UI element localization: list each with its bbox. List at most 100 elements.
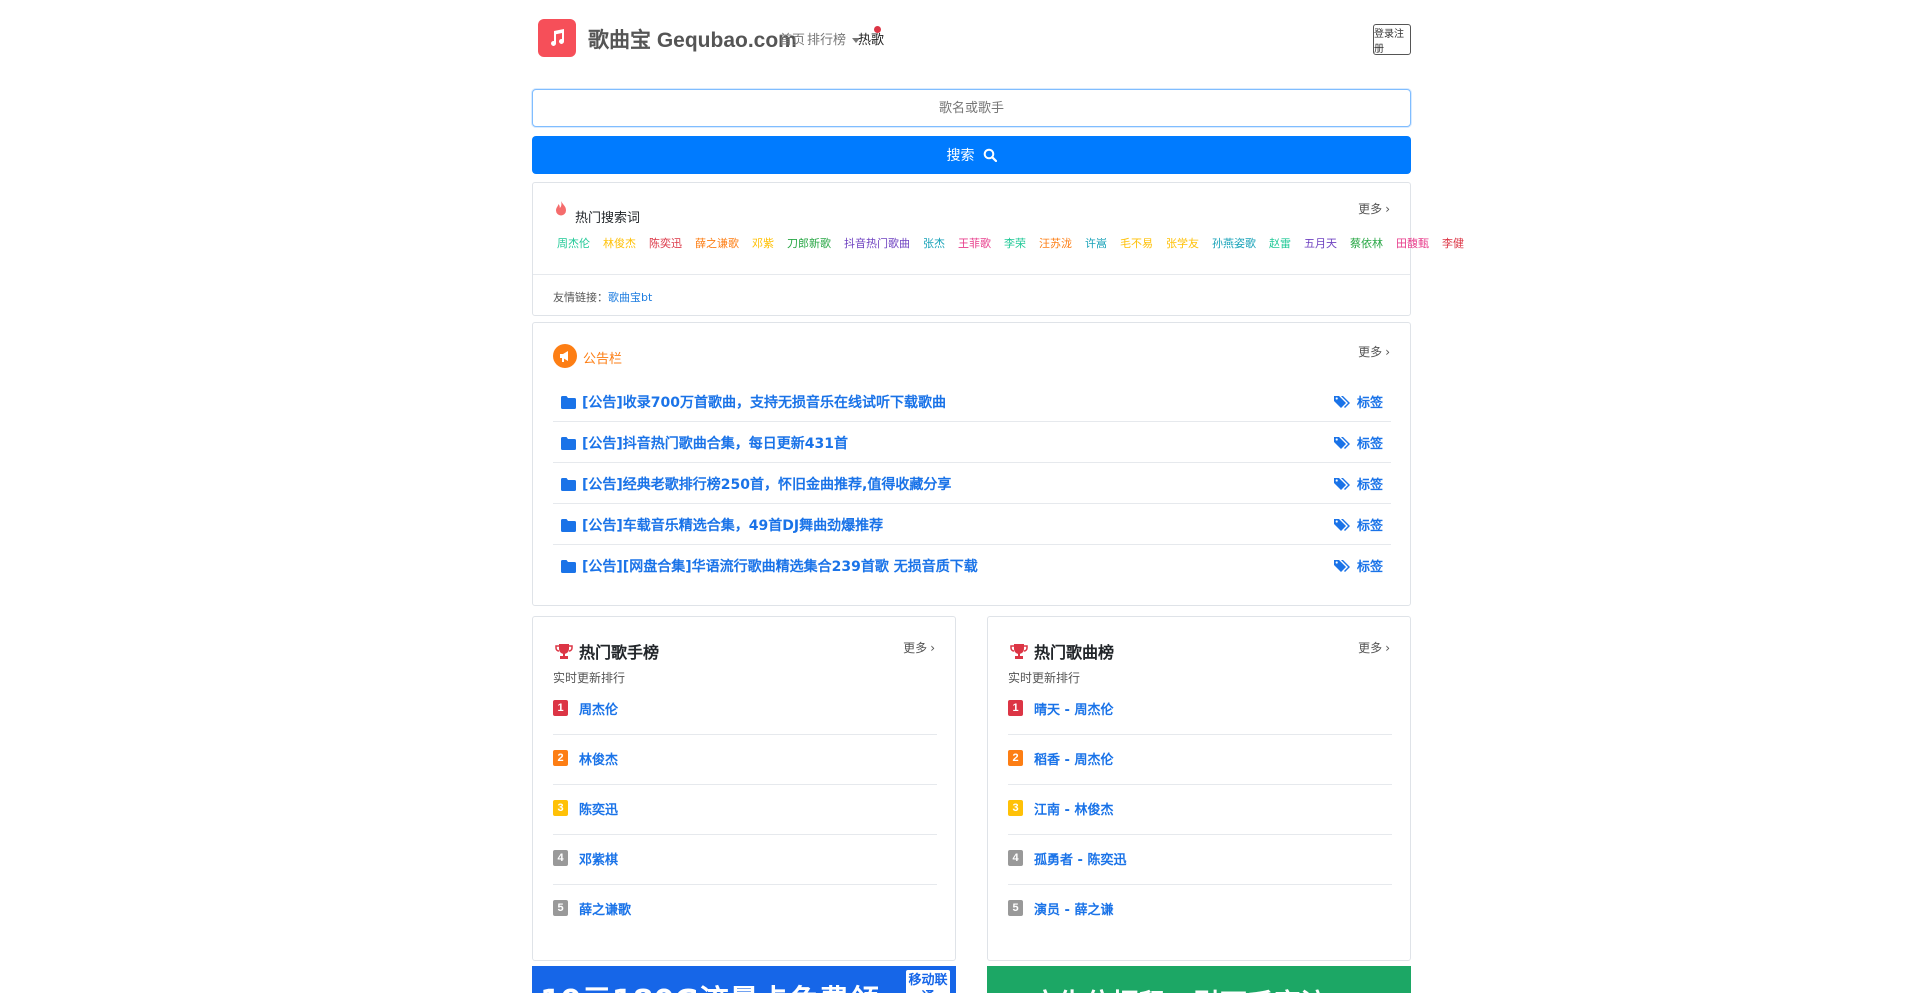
song-rank-title: 热门歌曲榜 <box>1034 643 1115 662</box>
rank-row[interactable]: 5 演员 - 薛之谦 <box>1008 885 1392 935</box>
rank-row[interactable]: 3 江南 - 林俊杰 <box>1008 785 1392 835</box>
rank-name[interactable]: 江南 - 林俊杰 <box>1034 799 1113 818</box>
rank-row[interactable]: 1 晴天 - 周杰伦 <box>1008 685 1392 735</box>
notice-link[interactable]: [公告]车载音乐精选合集，49首DJ舞曲劲爆推荐 <box>561 515 883 535</box>
notice-text: [公告]抖音热门歌曲合集，每日更新431首 <box>582 436 849 452</box>
notice-tag[interactable]: 标签 <box>1333 556 1383 575</box>
hot-tag[interactable]: 抖音热门歌曲 <box>844 235 910 251</box>
hot-tag[interactable]: 李健 <box>1442 235 1464 251</box>
friend-link[interactable]: 歌曲宝bt <box>608 291 652 304</box>
fire-icon <box>556 201 566 216</box>
hot-tag[interactable]: 李荣 <box>1004 235 1026 251</box>
rank-name[interactable]: 林俊杰 <box>579 749 618 768</box>
rank-name[interactable]: 周杰伦 <box>579 699 618 718</box>
hot-tag[interactable]: 邓紫 <box>752 235 774 251</box>
hot-tag[interactable]: 张学友 <box>1166 235 1199 251</box>
notice-tag[interactable]: 标签 <box>1333 433 1383 452</box>
hot-tag[interactable]: 林俊杰 <box>603 235 636 251</box>
nav-home[interactable]: 首页 <box>779 29 805 48</box>
rank-row[interactable]: 2 林俊杰 <box>553 735 937 785</box>
rank-row[interactable]: 1 周杰伦 <box>553 685 937 735</box>
notice-tag[interactable]: 标签 <box>1333 474 1383 493</box>
hot-tag[interactable]: 五月天 <box>1304 235 1337 251</box>
hot-tag[interactable]: 王菲歌 <box>958 235 991 251</box>
singer-rank-title: 热门歌手榜 <box>579 643 660 662</box>
notice-link[interactable]: [公告]抖音热门歌曲合集，每日更新431首 <box>561 433 848 453</box>
hot-tag[interactable]: 陈奕迅 <box>649 235 682 251</box>
notice-row[interactable]: [公告]抖音热门歌曲合集，每日更新431首 标签 <box>553 422 1391 463</box>
hot-tag[interactable]: 赵雷 <box>1269 235 1291 251</box>
hot-tag[interactable]: 田馥甄 <box>1396 235 1429 251</box>
rank-row[interactable]: 3 陈奕迅 <box>553 785 937 835</box>
song-rank-more-label: 更多 <box>1358 641 1383 655</box>
notice-text: [公告]经典老歌排行榜250首，怀旧金曲推荐,值得收藏分享 <box>582 477 952 493</box>
navbar: 歌曲宝 Gequbao.com 首页 排行榜 热歌 登录注册 <box>532 0 1411 78</box>
rank-name[interactable]: 稻香 - 周杰伦 <box>1034 749 1113 768</box>
nav-ranking[interactable]: 排行榜 <box>807 29 861 48</box>
notice-tag[interactable]: 标签 <box>1333 392 1383 411</box>
rank-name[interactable]: 邓紫棋 <box>579 849 618 868</box>
song-rank-more[interactable]: 更多 › <box>1358 639 1390 656</box>
notice-text: [公告]车载音乐精选合集，49首DJ舞曲劲爆推荐 <box>582 518 884 534</box>
notice-link[interactable]: [公告]收录700万首歌曲，支持无损音乐在线试听下载歌曲 <box>561 392 946 412</box>
rank-row[interactable]: 4 邓紫棋 <box>553 835 937 885</box>
folder-icon <box>561 436 576 450</box>
tags-icon <box>1333 518 1350 531</box>
rank-name[interactable]: 演员 - 薛之谦 <box>1034 899 1113 918</box>
tags-icon <box>1333 395 1350 408</box>
song-rank-subtitle: 实时更新排行 <box>1008 671 1081 685</box>
rank-name[interactable]: 薛之谦歌 <box>579 899 631 918</box>
promo-banner-left[interactable]: 19元180G流量卡免费领 移动联通 <box>532 966 956 993</box>
rank-name[interactable]: 孤勇者 - 陈奕迅 <box>1034 849 1126 868</box>
folder-icon <box>561 477 576 491</box>
search-input[interactable] <box>532 89 1411 127</box>
notice-more-label: 更多 <box>1358 345 1383 359</box>
rank-row[interactable]: 4 孤勇者 - 陈奕迅 <box>1008 835 1392 885</box>
notice-row[interactable]: [公告]收录700万首歌曲，支持无损音乐在线试听下载歌曲 标签 <box>553 381 1391 422</box>
hot-tag[interactable]: 薛之谦歌 <box>695 235 739 251</box>
hot-tag[interactable]: 蔡依林 <box>1350 235 1383 251</box>
nav-hot[interactable]: 热歌 <box>858 29 884 48</box>
rank-number-badge: 2 <box>553 750 568 766</box>
notice-link[interactable]: [公告][网盘合集]华语流行歌曲精选集合239首歌 无损音质下载 <box>561 556 978 576</box>
notice-link[interactable]: [公告]经典老歌排行榜250首，怀旧金曲推荐,值得收藏分享 <box>561 474 951 494</box>
chevron-right-icon: › <box>930 641 935 655</box>
promo-banner-left-text: 19元180G流量卡免费领 <box>540 976 879 993</box>
hot-tag[interactable]: 刀郎新歌 <box>787 235 831 251</box>
notice-tag[interactable]: 标签 <box>1333 515 1383 534</box>
promo-banner-right[interactable]: 广告位招租，引万千客流 <box>987 966 1411 993</box>
friend-links: 友情链接：歌曲宝bt <box>553 289 652 305</box>
rank-number-badge: 1 <box>553 700 568 716</box>
hot-tag[interactable]: 周杰伦 <box>557 235 590 251</box>
hot-more-label: 更多 <box>1358 202 1383 216</box>
hot-tag[interactable]: 许嵩 <box>1085 235 1107 251</box>
notice-row[interactable]: [公告]经典老歌排行榜250首，怀旧金曲推荐,值得收藏分享 标签 <box>553 463 1391 504</box>
chevron-right-icon: › <box>1385 641 1390 655</box>
divider <box>533 274 1410 275</box>
login-button[interactable]: 登录注册 <box>1373 24 1411 55</box>
folder-icon <box>561 395 576 409</box>
hot-tag[interactable]: 张杰 <box>923 235 945 251</box>
notice-row[interactable]: [公告][网盘合集]华语流行歌曲精选集合239首歌 无损音质下载 标签 <box>553 545 1391 586</box>
rank-number-badge: 5 <box>553 900 568 916</box>
notification-dot <box>874 26 881 33</box>
notice-tag-label: 标签 <box>1356 560 1383 575</box>
rank-row[interactable]: 5 薛之谦歌 <box>553 885 937 935</box>
logo[interactable] <box>538 19 576 57</box>
rank-number-badge: 1 <box>1008 700 1023 716</box>
hot-tag[interactable]: 毛不易 <box>1120 235 1153 251</box>
rank-name[interactable]: 陈奕迅 <box>579 799 618 818</box>
tags-icon <box>1333 477 1350 490</box>
hot-tag[interactable]: 汪苏泷 <box>1039 235 1072 251</box>
rank-name[interactable]: 晴天 - 周杰伦 <box>1034 699 1113 718</box>
brand-title[interactable]: 歌曲宝 Gequbao.com <box>588 24 797 54</box>
rank-row[interactable]: 2 稻香 - 周杰伦 <box>1008 735 1392 785</box>
hot-more-link[interactable]: 更多 › <box>1358 200 1390 217</box>
notice-more-link[interactable]: 更多 › <box>1358 343 1390 360</box>
hot-search-title: 热门搜索词 <box>575 211 641 226</box>
hot-tag[interactable]: 孙燕姿歌 <box>1212 235 1256 251</box>
search-button[interactable]: 搜索 <box>532 136 1411 174</box>
notice-row[interactable]: [公告]车载音乐精选合集，49首DJ舞曲劲爆推荐 标签 <box>553 504 1391 545</box>
notice-tag-label: 标签 <box>1356 396 1383 411</box>
singer-rank-more[interactable]: 更多 › <box>903 639 935 656</box>
